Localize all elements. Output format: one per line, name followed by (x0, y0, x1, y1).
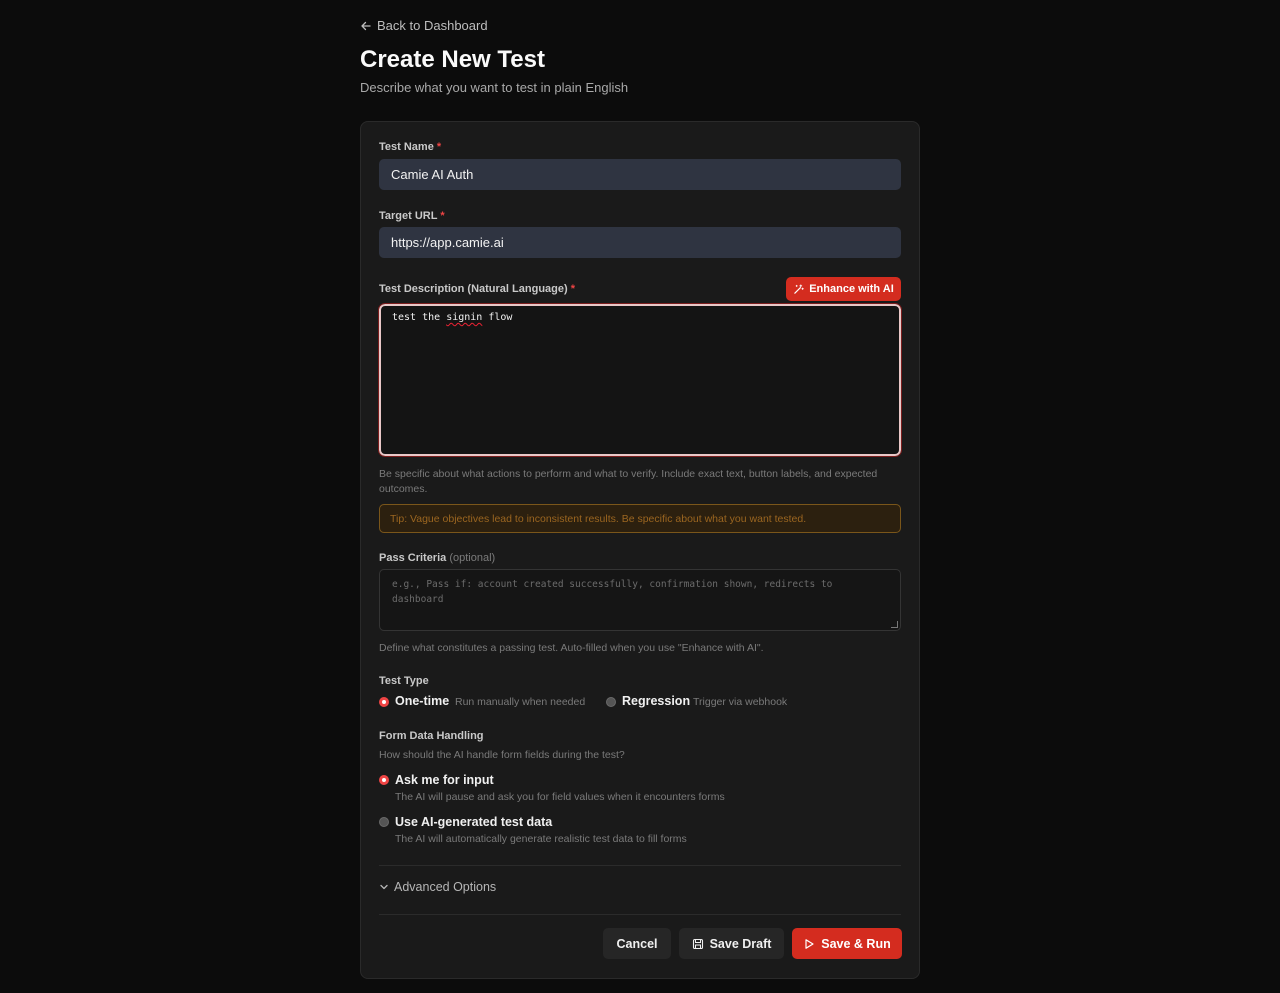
save-draft-label: Save Draft (709, 936, 772, 951)
enhance-button-label: Enhance with AI (809, 283, 894, 295)
save-draft-button[interactable]: Save Draft (679, 928, 784, 959)
radio-one-time-label[interactable]: One-time (395, 694, 449, 708)
save-and-run-button[interactable]: Save & Run (792, 928, 902, 959)
radio-regression-label[interactable]: Regression (622, 694, 690, 708)
back-link-label: Back to Dashboard (377, 18, 488, 33)
required-marker: * (440, 210, 445, 222)
cancel-button[interactable]: Cancel (603, 928, 671, 959)
radio-ask-for-input-label[interactable]: Ask me for input (395, 773, 494, 787)
radio-one-time-hint: Run manually when needed (455, 696, 586, 708)
create-test-form: Test Name * Camie AI Auth Target URL * h… (360, 121, 920, 979)
radio-ask-for-input[interactable] (379, 775, 389, 785)
form-data-handling-label: Form Data Handling (379, 730, 484, 742)
radio-ai-generated-data-label[interactable]: Use AI-generated test data (395, 815, 552, 829)
radio-ai-generated-data[interactable] (379, 817, 389, 827)
description-help-text: Be specific about what actions to perfor… (379, 468, 878, 495)
required-marker: * (570, 283, 575, 295)
test-description-label: Test Description (Natural Language) * (379, 283, 575, 295)
misspelled-word: signin (446, 312, 483, 323)
back-to-dashboard-link[interactable]: Back to Dashboard (360, 18, 488, 33)
divider (379, 914, 901, 915)
chevron-down-icon (380, 884, 388, 890)
save-icon (692, 938, 703, 949)
save-and-run-label: Save & Run (821, 936, 891, 951)
optional-tag: (optional) (449, 552, 496, 564)
radio-ai-generated-data-desc: The AI will automatically generate reali… (395, 833, 687, 845)
test-name-label: Test Name * (379, 141, 442, 153)
advanced-options-label: Advanced Options (394, 880, 497, 894)
tip-banner: Tip: Vague objectives lead to inconsiste… (379, 504, 901, 533)
advanced-options-toggle[interactable]: Advanced Options (379, 880, 496, 894)
radio-ask-for-input-desc: The AI will pause and ask you for field … (395, 791, 725, 803)
page-title: Create New Test (360, 46, 545, 73)
required-marker: * (436, 141, 442, 153)
radio-regression[interactable] (606, 697, 616, 707)
divider (379, 865, 901, 866)
pass-criteria-label: Pass Criteria (optional) (379, 552, 496, 564)
test-name-input[interactable]: Camie AI Auth (379, 159, 901, 190)
pass-criteria-help-text: Define what constitutes a passing test. … (379, 642, 764, 654)
pass-criteria-textarea[interactable]: e.g., Pass if: account created successfu… (379, 569, 901, 631)
magic-wand-icon (794, 283, 804, 294)
target-url-label: Target URL * (379, 210, 445, 222)
radio-one-time[interactable] (379, 697, 389, 707)
form-data-handling-hint: How should the AI handle form fields dur… (379, 749, 625, 761)
play-icon (805, 938, 814, 949)
resize-handle-icon[interactable] (891, 621, 898, 628)
test-type-label: Test Type (379, 675, 429, 687)
enhance-with-ai-button[interactable]: Enhance with AI (786, 277, 901, 301)
pass-criteria-placeholder: e.g., Pass if: account created successfu… (392, 579, 833, 605)
page-subtitle: Describe what you want to test in plain … (360, 80, 629, 95)
test-description-textarea[interactable]: test the signin flow (378, 303, 902, 457)
radio-regression-hint: Trigger via webhook (693, 696, 788, 708)
arrow-left-icon (361, 21, 371, 30)
target-url-input[interactable]: https://app.camie.ai (379, 227, 901, 258)
